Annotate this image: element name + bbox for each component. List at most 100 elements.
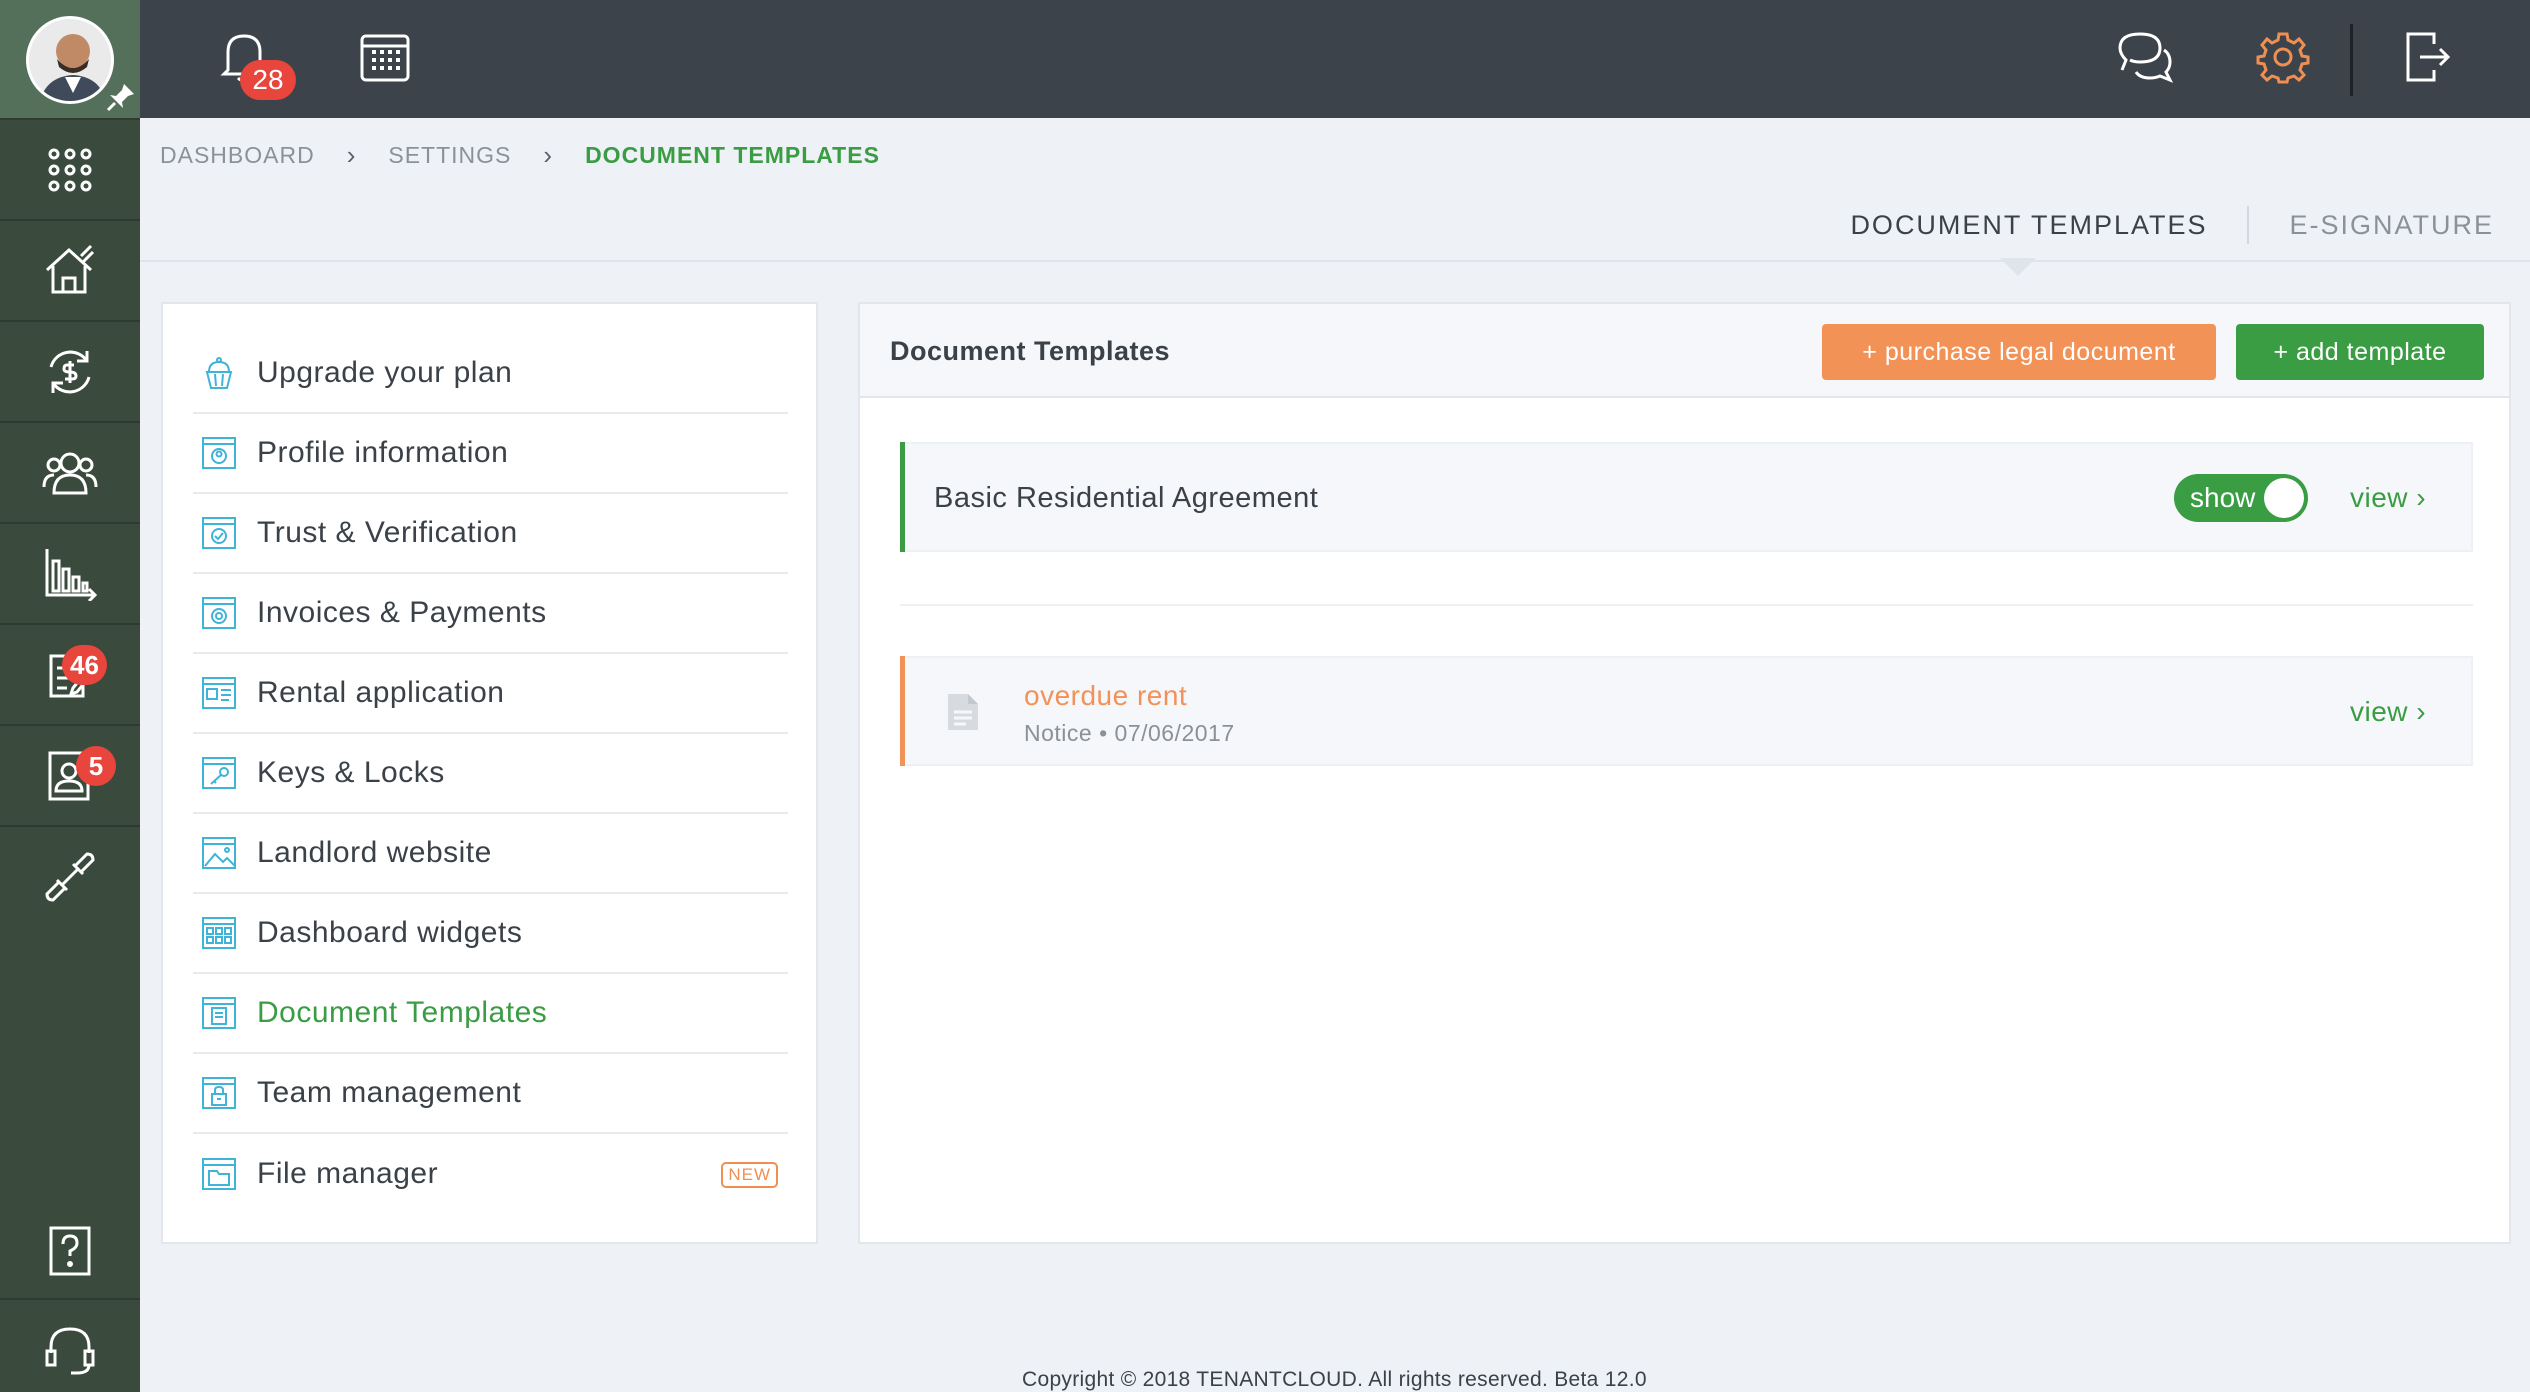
widgets-icon [199, 913, 239, 953]
nav-tenants[interactable] [0, 421, 140, 522]
calendar-icon [360, 34, 410, 82]
show-toggle[interactable]: show [2174, 474, 2308, 522]
nav-applications[interactable]: 46 [0, 623, 140, 724]
new-badge: NEW [721, 1162, 778, 1188]
accounting-icon [49, 350, 91, 393]
apps-grid-icon [48, 148, 92, 191]
active-tab-caret [2000, 258, 2036, 276]
menu-item-landlord-website[interactable]: Landlord website [193, 814, 788, 894]
menu-item-label: Keys & Locks [257, 756, 445, 789]
tab-document-templates[interactable]: DOCUMENT TEMPLATES [1810, 210, 2247, 241]
row-accent-bar [900, 656, 905, 766]
application-icon [199, 673, 239, 713]
verification-icon [199, 513, 239, 553]
panel-header: Document Templates + purchase legal docu… [860, 304, 2509, 398]
footer-copyright: Copyright © 2018 TENANTCLOUD. All rights… [1022, 1368, 1647, 1391]
applications-badge: 46 [62, 645, 107, 685]
menu-item-file-manager[interactable]: File manager NEW [193, 1134, 788, 1214]
menu-item-rental-application[interactable]: Rental application [193, 654, 788, 734]
menu-item-label: Upgrade your plan [257, 356, 513, 389]
nav-support[interactable] [0, 1298, 140, 1392]
menu-item-profile-information[interactable]: Profile information [193, 414, 788, 494]
menu-item-label: Landlord website [257, 836, 492, 869]
key-icon [199, 753, 239, 793]
tenants-icon [42, 452, 98, 494]
contacts-badge: 5 [76, 746, 116, 786]
left-sidebar: 46 5 [0, 0, 140, 1392]
row-accent-bar [900, 442, 905, 552]
top-bar: 28 [140, 0, 2530, 118]
menu-item-trust-verification[interactable]: Trust & Verification [193, 494, 788, 574]
panel-title: Document Templates [890, 336, 1171, 366]
notification-count-badge: 28 [240, 60, 296, 100]
nav-properties[interactable] [0, 219, 140, 320]
nav-contacts[interactable]: 5 [0, 724, 140, 825]
help-icon [49, 1226, 91, 1275]
payments-icon [199, 593, 239, 633]
calendar-button[interactable] [358, 30, 412, 89]
nav-integrations[interactable] [0, 825, 140, 926]
avatar-area [0, 0, 140, 118]
menu-item-document-templates[interactable]: Document Templates [193, 974, 788, 1054]
support-icon [45, 1326, 95, 1374]
settings-button[interactable] [2256, 30, 2310, 89]
purchase-legal-document-button[interactable]: + purchase legal document [1822, 324, 2216, 380]
cupcake-icon [199, 353, 239, 393]
menu-item-keys-locks[interactable]: Keys & Locks [193, 734, 788, 814]
document-icon [199, 993, 239, 1033]
messages-button[interactable] [2116, 30, 2174, 89]
settings-menu: Upgrade your plan Profile information Tr… [161, 302, 818, 1244]
chevron-right-icon: › [346, 140, 357, 170]
chevron-right-icon: › [543, 140, 554, 170]
file-icon [948, 694, 978, 730]
section-divider [900, 604, 2473, 606]
settings-menu-list: Upgrade your plan Profile information Tr… [193, 334, 788, 1214]
menu-item-dashboard-widgets[interactable]: Dashboard widgets [193, 894, 788, 974]
nav-accounting[interactable] [0, 320, 140, 421]
view-document-link[interactable]: view › [2350, 696, 2426, 728]
breadcrumb-settings[interactable]: SETTINGS [388, 142, 511, 169]
nav-reports[interactable] [0, 522, 140, 623]
chat-icon [2118, 32, 2174, 83]
tab-e-signature[interactable]: E-SIGNATURE [2249, 210, 2494, 241]
menu-item-invoices-payments[interactable]: Invoices & Payments [193, 574, 788, 654]
page-tabs: DOCUMENT TEMPLATES E-SIGNATURE [1810, 206, 2494, 244]
properties-icon [45, 244, 95, 293]
profile-icon [199, 433, 239, 473]
logout-icon [2406, 32, 2451, 82]
template-row: Basic Residential Agreement show view › [900, 442, 2473, 552]
menu-item-team-management[interactable]: Team management [193, 1054, 788, 1134]
topbar-divider [2350, 24, 2353, 96]
breadcrumb: DASHBOARD › SETTINGS › DOCUMENT TEMPLATE… [160, 140, 880, 171]
logout-button[interactable] [2404, 30, 2452, 89]
avatar[interactable] [26, 16, 114, 104]
menu-item-label: Team management [257, 1076, 522, 1109]
integrations-icon [45, 851, 95, 902]
nav-help[interactable] [0, 1200, 140, 1301]
folder-icon [199, 1154, 239, 1194]
menu-item-label: Rental application [257, 676, 505, 709]
menu-item-label: Document Templates [257, 996, 548, 1029]
document-templates-panel: Document Templates + purchase legal docu… [858, 302, 2511, 1244]
document-meta: Notice • 07/06/2017 [1024, 720, 1235, 746]
toggle-knob [2264, 478, 2304, 518]
document-row: overdue rent Notice • 07/06/2017 view › [900, 656, 2473, 766]
menu-item-label: File manager [257, 1157, 439, 1190]
subheader: DASHBOARD › SETTINGS › DOCUMENT TEMPLATE… [140, 118, 2530, 262]
template-title: Basic Residential Agreement [934, 482, 1319, 514]
team-icon [199, 1073, 239, 1113]
website-icon [199, 833, 239, 873]
document-title[interactable]: overdue rent [1024, 680, 1187, 712]
menu-item-upgrade-plan[interactable]: Upgrade your plan [193, 334, 788, 414]
view-template-link[interactable]: view › [2350, 482, 2426, 514]
menu-item-label: Profile information [257, 436, 509, 469]
breadcrumb-dashboard[interactable]: DASHBOARD [160, 142, 315, 169]
pin-icon[interactable] [106, 82, 136, 112]
add-template-button[interactable]: + add template [2236, 324, 2484, 380]
notifications-button[interactable]: 28 [220, 30, 296, 100]
nav-apps[interactable] [0, 118, 140, 219]
reports-icon [45, 548, 97, 601]
menu-item-label: Dashboard widgets [257, 916, 523, 949]
menu-item-label: Invoices & Payments [257, 596, 547, 629]
gear-icon [2256, 32, 2310, 84]
